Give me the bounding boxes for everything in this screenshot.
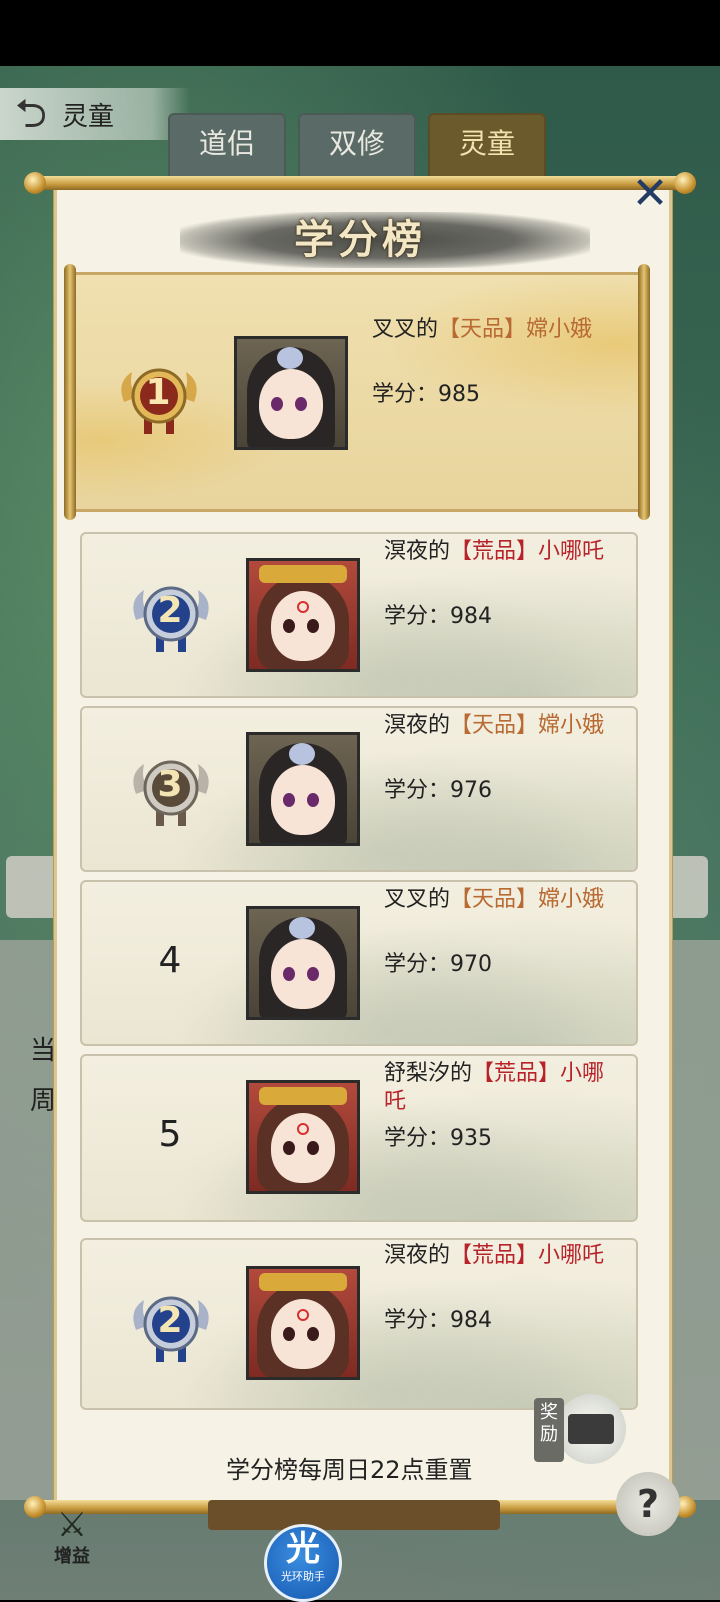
entry-name: 溟夜的【荒品】小哪吒	[384, 1242, 614, 1270]
halo-assistant-button[interactable]: 光 光环助手	[264, 1524, 342, 1602]
score-value: 935	[450, 1126, 493, 1151]
spirit-name: 小哪吒	[538, 1243, 605, 1268]
quality-tag: 【天品】	[450, 713, 539, 738]
avatar-xiao-nezha	[246, 558, 360, 672]
entry-name: 叉叉的【天品】嫦小娥	[372, 316, 602, 344]
quality-tag: 【天品】	[450, 887, 539, 912]
rank-number: 2	[157, 590, 183, 631]
tab-shuangxiu[interactable]: 双修	[298, 113, 416, 179]
help-icon[interactable]: ?	[616, 1472, 680, 1536]
score-text: 学分：985	[372, 376, 480, 408]
owner-name: 溟夜的	[384, 539, 451, 564]
ranking-row-3[interactable]: 3 溟夜的【天品】嫦小娥 学分：976	[80, 706, 638, 872]
owner-name: 舒梨汐的	[384, 1061, 473, 1086]
avatar-chang-xiao-e	[246, 906, 360, 1020]
buff-label: 增益	[54, 1546, 90, 1567]
score-value: 984	[450, 604, 493, 629]
back-arrow-icon: ⮌	[14, 91, 48, 137]
scroll-end-right	[638, 264, 650, 520]
quality-tag: 【荒品】	[450, 539, 539, 564]
score-text: 学分：935	[384, 1120, 492, 1152]
owner-name: 溟夜的	[384, 1243, 451, 1268]
avatar-xiao-nezha	[246, 1266, 360, 1380]
owner-name: 叉叉的	[384, 887, 451, 912]
treasure-chest-icon	[568, 1414, 614, 1444]
dialog-title: 学分榜	[294, 216, 426, 263]
tab-daolv[interactable]: 道侣	[168, 113, 286, 179]
score-label: 学分：	[372, 382, 439, 407]
score-label: 学分：	[384, 1126, 451, 1151]
halo-assistant-label: 光环助手	[281, 1570, 325, 1583]
scroll-rod-top	[24, 172, 696, 194]
owner-name: 叉叉的	[372, 317, 439, 342]
score-value: 970	[450, 952, 493, 977]
score-label: 学分：	[384, 604, 451, 629]
rank-number: 3	[157, 764, 183, 805]
entry-name: 叉叉的【天品】嫦小娥	[384, 886, 614, 914]
spirit-name: 嫦小娥	[526, 317, 593, 342]
score-label: 学分：	[384, 1308, 451, 1333]
ranking-row-4[interactable]: 4 叉叉的【天品】嫦小娥 学分：970	[80, 880, 638, 1046]
spirit-name: 嫦小娥	[538, 713, 605, 738]
background-label-1: 当	[30, 1036, 57, 1066]
avatar-chang-xiao-e	[246, 732, 360, 846]
entry-name: 溟夜的【荒品】小哪吒	[384, 538, 614, 566]
score-value: 984	[450, 1308, 493, 1333]
ranking-row-2[interactable]: 2 溟夜的【荒品】小哪吒 学分：984	[80, 532, 638, 698]
bottom-bar	[208, 1500, 500, 1530]
spirit-name: 小哪吒	[538, 539, 605, 564]
status-bar	[0, 0, 720, 66]
background-label-2: 周	[30, 1086, 57, 1116]
back-button[interactable]: ⮌ 灵童	[0, 88, 190, 140]
entry-name: 溟夜的【天品】嫦小娥	[384, 712, 614, 740]
rank-number: 2	[157, 1300, 183, 1341]
avatar-chang-xiao-e	[234, 336, 348, 450]
tab-lingtong[interactable]: 灵童	[428, 113, 546, 179]
reward-label: 奖励	[534, 1398, 564, 1462]
score-text: 学分：970	[384, 946, 492, 978]
rank-number: 1	[145, 372, 171, 413]
ranking-row-5[interactable]: 5 舒梨汐的【荒品】小哪吒 学分：935	[80, 1054, 638, 1222]
buff-button[interactable]: ⚔ 增益	[44, 1508, 100, 1568]
ranking-row-1[interactable]: 1 叉叉的【天品】嫦小娥 学分：985	[64, 264, 650, 520]
score-value: 985	[438, 382, 481, 407]
score-value: 976	[450, 778, 493, 803]
halo-assistant-icon: 光	[286, 1529, 320, 1569]
back-label: 灵童	[62, 101, 115, 132]
owner-name: 溟夜的	[384, 713, 451, 738]
reward-button[interactable]: 奖励	[534, 1392, 626, 1472]
entry-name: 舒梨汐的【荒品】小哪吒	[384, 1060, 614, 1116]
spirit-name: 嫦小娥	[538, 887, 605, 912]
score-text: 学分：984	[384, 1302, 492, 1334]
score-text: 学分：984	[384, 598, 492, 630]
rank-number: 4	[158, 940, 182, 981]
my-ranking-row[interactable]: 2 溟夜的【荒品】小哪吒 学分：984	[80, 1238, 638, 1410]
quality-tag: 【天品】	[438, 317, 527, 342]
scroll-end-left	[64, 264, 76, 520]
quality-tag: 【荒品】	[450, 1243, 539, 1268]
score-label: 学分：	[384, 778, 451, 803]
avatar-xiao-nezha	[246, 1080, 360, 1194]
rank-number: 5	[158, 1114, 182, 1155]
score-text: 学分：976	[384, 772, 492, 804]
reset-note: 学分榜每周日22点重置	[226, 1456, 473, 1484]
close-icon[interactable]: ✕	[628, 172, 672, 216]
quality-tag: 【荒品】	[472, 1061, 561, 1086]
buff-icon: ⚔	[56, 1505, 88, 1545]
score-label: 学分：	[384, 952, 451, 977]
